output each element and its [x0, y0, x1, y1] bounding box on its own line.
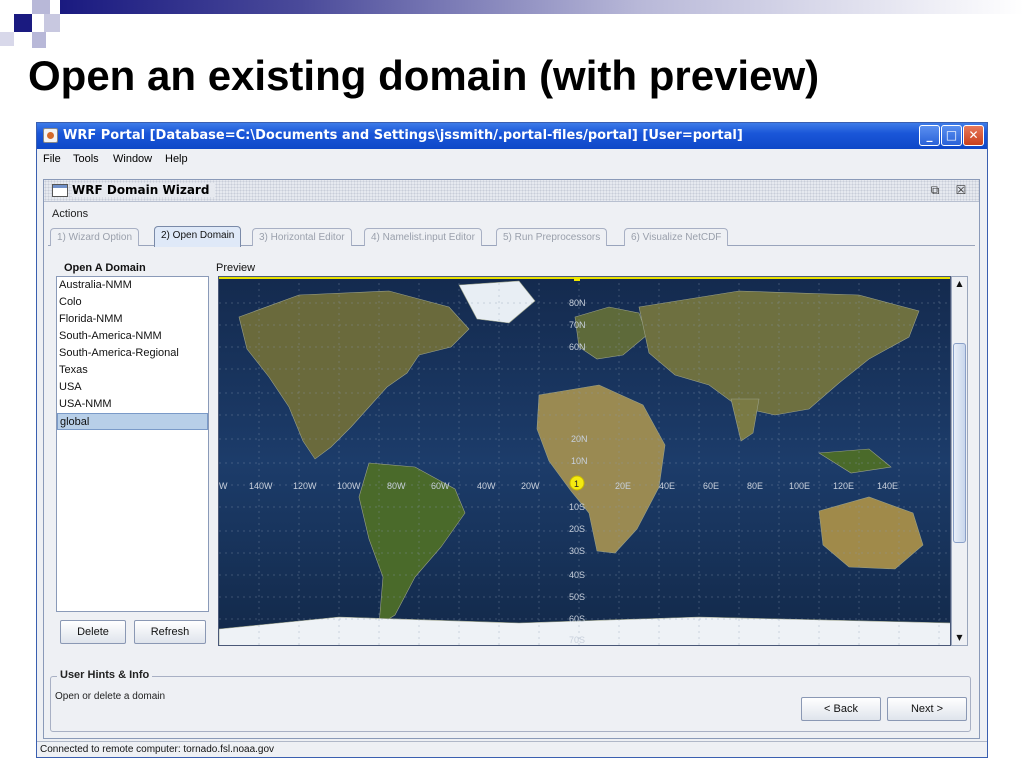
scroll-thumb[interactable] [953, 343, 966, 543]
domain-handle[interactable] [574, 277, 580, 281]
lon-label: 80E [747, 481, 763, 491]
java-app-icon [43, 128, 58, 143]
map-preview[interactable]: 80N 70N 60N 20N 10N 10S 20S 30S 40S 50S … [218, 276, 951, 646]
lat-label: 80N [569, 298, 586, 308]
list-item[interactable]: South-America-Regional [57, 345, 208, 362]
wizard-tabs: 1) Wizard Option 2) Open Domain 3) Horiz… [48, 226, 975, 247]
list-item[interactable]: USA-NMM [57, 396, 208, 413]
scroll-down-icon[interactable]: ▼ [953, 631, 966, 645]
wizard-title: WRF Domain Wizard [72, 183, 216, 197]
lon-label: 120E [833, 481, 854, 491]
lon-label: 20E [615, 481, 631, 491]
close-button[interactable]: ✕ [963, 125, 984, 146]
lon-label: 100E [789, 481, 810, 491]
popout-icon[interactable]: ⧉ [928, 183, 942, 197]
map-vertical-scrollbar[interactable]: ▲ ▼ [951, 276, 968, 646]
wizard-frame: WRF Domain Wizard ⧉ ☒ Actions 1) Wizard … [43, 179, 980, 739]
preview-heading: Preview [216, 262, 256, 274]
status-bar: Connected to remote computer: tornado.fs… [37, 741, 987, 757]
back-button[interactable]: < Back [801, 697, 881, 721]
lon-label: 140W [249, 481, 273, 491]
lon-label: 60E [703, 481, 719, 491]
window-titlebar: WRF Portal [Database=C:\Documents and Se… [37, 123, 987, 149]
list-item[interactable]: Australia-NMM [57, 277, 208, 294]
frame-window-icon [52, 184, 68, 197]
lon-label: 40W [477, 481, 496, 491]
lat-label: 70N [569, 320, 586, 330]
menu-help[interactable]: Help [165, 153, 188, 165]
lat-label: 60S [569, 614, 585, 624]
lat-label: 70S [569, 635, 585, 645]
refresh-button[interactable]: Refresh [134, 620, 206, 644]
open-domain-heading: Open A Domain [64, 262, 146, 274]
lon-label: 120W [293, 481, 317, 491]
lat-label: 30S [569, 546, 585, 556]
world-map: 80N 70N 60N 20N 10N 10S 20S 30S 40S 50S … [219, 277, 950, 645]
domain-marker-label: 1 [574, 479, 579, 489]
delete-button[interactable]: Delete [60, 620, 126, 644]
list-item[interactable]: Florida-NMM [57, 311, 208, 328]
maximize-button[interactable]: □ [941, 125, 962, 146]
app-window: WRF Portal [Database=C:\Documents and Se… [36, 122, 988, 758]
hints-title: User Hints & Info [57, 669, 153, 681]
lat-label: 50S [569, 592, 585, 602]
lon-label: 40E [659, 481, 675, 491]
list-item[interactable]: South-America-NMM [57, 328, 208, 345]
scroll-up-icon[interactable]: ▲ [953, 277, 966, 291]
slide-top-bar [60, 0, 1024, 14]
list-item[interactable]: Colo [57, 294, 208, 311]
lat-label: 20N [571, 434, 588, 444]
tab-run-preprocessors[interactable]: 5) Run Preprocessors [496, 228, 608, 246]
wizard-titlebar: WRF Domain Wizard ⧉ ☒ [44, 180, 979, 202]
tab-visualize-netcdf[interactable]: 6) Visualize NetCDF [624, 228, 729, 246]
tab-open-domain[interactable]: 2) Open Domain [154, 226, 242, 247]
menu-tools[interactable]: Tools [73, 153, 99, 165]
list-item[interactable]: Texas [57, 362, 208, 379]
domain-list[interactable]: Australia-NMM Colo Florida-NMM South-Ame… [56, 276, 209, 612]
lon-label: 100W [337, 481, 361, 491]
list-item-selected[interactable]: global [57, 413, 208, 430]
lat-label: 10S [569, 502, 585, 512]
menu-file[interactable]: File [43, 153, 61, 165]
window-title: WRF Portal [Database=C:\Documents and Se… [63, 128, 743, 143]
hints-text: Open or delete a domain [55, 691, 166, 702]
domain-marker[interactable]: 1 [569, 475, 585, 491]
lat-label: 40S [569, 570, 585, 580]
tab-wizard-option[interactable]: 1) Wizard Option [50, 228, 140, 246]
lon-label: 140E [877, 481, 898, 491]
list-item[interactable]: USA [57, 379, 208, 396]
menu-window[interactable]: Window [113, 153, 152, 165]
menu-bar: File Tools Window Help [37, 149, 987, 169]
lat-label: 60N [569, 342, 586, 352]
lon-label: 60W [431, 481, 450, 491]
lat-label: 10N [571, 456, 588, 466]
actions-menu[interactable]: Actions [52, 208, 88, 220]
tab-namelist-editor[interactable]: 4) Namelist.input Editor [364, 228, 482, 246]
frame-close-icon[interactable]: ☒ [954, 183, 968, 197]
lon-label: 80W [387, 481, 406, 491]
slide-decoration [0, 0, 60, 60]
user-hints-panel: User Hints & Info Open or delete a domai… [50, 669, 971, 732]
minimize-button[interactable]: _ [919, 125, 940, 146]
tab-horizontal-editor[interactable]: 3) Horizontal Editor [252, 228, 352, 246]
slide-title: Open an existing domain (with preview) [28, 52, 820, 99]
lon-label: W [219, 481, 228, 491]
lat-label: 20S [569, 524, 585, 534]
lon-label: 20W [521, 481, 540, 491]
next-button[interactable]: Next > [887, 697, 967, 721]
